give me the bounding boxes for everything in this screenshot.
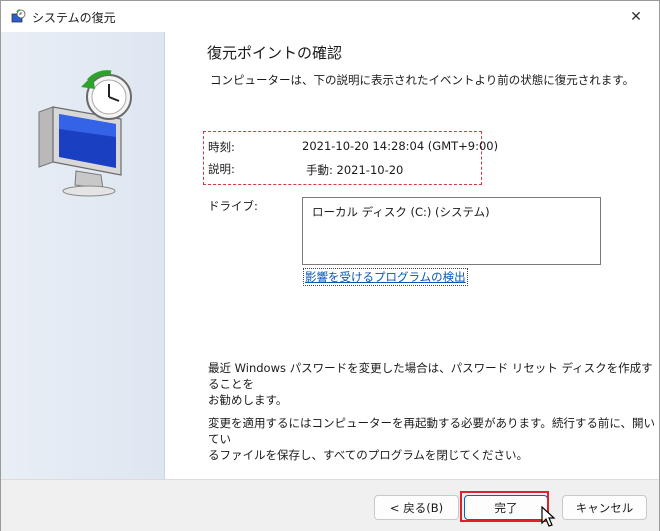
cancel-button[interactable]: キャンセル [562, 495, 647, 520]
restart-note: 変更を適用するにはコンピューターを再起動する必要があります。続行する前に、開いて… [208, 415, 659, 463]
time-label: 時刻: [208, 140, 235, 154]
drive-list-item[interactable]: ローカル ディスク (C:) (システム) [312, 204, 490, 220]
description-label: 説明: [208, 162, 235, 176]
system-restore-window: システムの復元 ✕ 復元ポイントの確認 コンピューターは、下の説明に表示されたイ… [0, 0, 660, 531]
password-note-line-1: 最近 Windows パスワードを変更した場合は、パスワード リセット ディスク… [208, 361, 653, 391]
drive-label: ドライブ: [208, 199, 258, 213]
password-note-line-2: お勧めします。 [208, 393, 288, 407]
time-value: 2021-10-20 14:28:04 (GMT+9:00) [302, 139, 499, 153]
system-restore-illustration-icon [38, 70, 132, 197]
restart-note-line-2: るファイルを保存し、すべてのプログラムを閉じてください。 [208, 448, 529, 462]
wizard-footer [1, 479, 659, 531]
description-value: 手動: 2021-10-20 [306, 163, 404, 177]
password-note: 最近 Windows パスワードを変更した場合は、パスワード リセット ディスク… [208, 360, 659, 408]
window-title: システムの復元 [32, 11, 116, 25]
drive-list[interactable]: ローカル ディスク (C:) (システム) [302, 197, 601, 265]
mouse-pointer-icon [541, 506, 556, 527]
intro-text: コンピューターは、下の説明に表示されたイベントより前の状態に復元されます。 [210, 73, 635, 87]
close-icon: ✕ [630, 8, 642, 25]
system-restore-icon [11, 9, 26, 23]
restart-note-line-1: 変更を適用するにはコンピューターを再起動する必要があります。続行する前に、開いて… [208, 416, 656, 446]
wizard-sidebar [1, 32, 165, 479]
title-bar: システムの復元 ✕ [1, 1, 659, 32]
page-title: 復元ポイントの確認 [207, 44, 343, 62]
scan-affected-programs-link[interactable]: 影響を受けるプログラムの検出 [303, 268, 468, 286]
finish-button-highlight [460, 491, 549, 522]
close-button[interactable]: ✕ [613, 1, 659, 32]
back-button[interactable]: < 戻る(B) [374, 495, 459, 520]
